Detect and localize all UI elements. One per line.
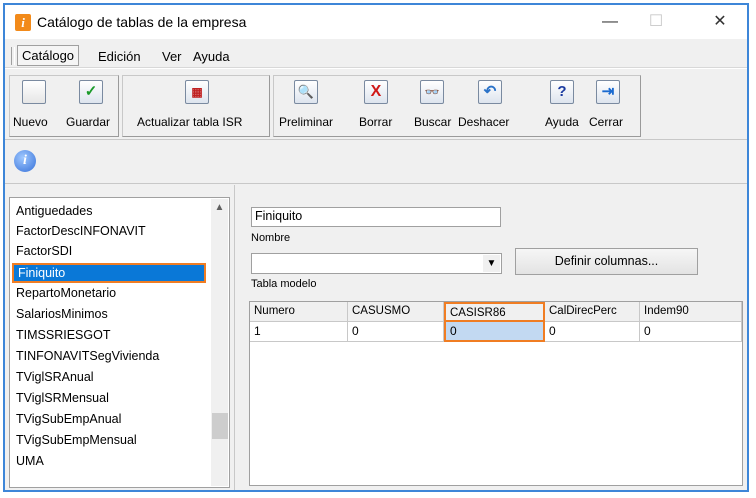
title-bar: i Catálogo de tablas de la empresa — ☐ ✕: [5, 5, 747, 39]
grid-cell-selected[interactable]: 0: [444, 322, 545, 342]
list-item[interactable]: TVigSubEmpMensual: [16, 433, 137, 447]
exit-door-icon: ⇥: [596, 80, 620, 104]
scroll-up-icon[interactable]: ▲: [211, 199, 228, 216]
grid-cell[interactable]: 0: [640, 322, 742, 342]
toolbar: Nuevo ✓ Guardar ▦ Actualizar tabla ISR 🔍…: [5, 68, 747, 140]
buscar-label: Buscar: [414, 115, 452, 129]
list-item[interactable]: TIMSSRIESGOT: [16, 328, 110, 342]
new-document-icon: [22, 80, 46, 104]
list-item[interactable]: SalariosMinimos: [16, 307, 108, 321]
list-item[interactable]: TViglSRAnual: [16, 370, 94, 384]
minimize-button[interactable]: —: [587, 5, 633, 39]
tabla-modelo-label: Tabla modelo: [251, 278, 317, 290]
buscar-button[interactable]: 👓 Buscar: [410, 76, 454, 136]
scrollbar-thumb[interactable]: [212, 413, 228, 439]
delete-x-icon: X: [364, 80, 388, 104]
window-title: Catálogo de tablas de la empresa: [37, 14, 247, 30]
cerrar-button[interactable]: ⇥ Cerrar: [586, 76, 630, 136]
app-window: i Catálogo de tablas de la empresa — ☐ ✕…: [3, 3, 749, 492]
grid-cell[interactable]: 1: [250, 322, 348, 342]
preview-icon: 🔍: [294, 80, 318, 104]
ayuda-button[interactable]: ? Ayuda: [540, 76, 584, 136]
menu-ver[interactable]: Ver: [162, 49, 182, 64]
nombre-label: Nombre: [251, 232, 291, 244]
guardar-button[interactable]: ✓ Guardar: [64, 76, 120, 136]
detail-panel: Finiquito Nombre ▼ Tabla modelo Definir …: [239, 185, 743, 490]
list-scrollbar[interactable]: ▲: [211, 199, 228, 486]
actualizar-tabla-isr-button[interactable]: ▦ Actualizar tabla ISR: [123, 76, 269, 136]
nuevo-button[interactable]: Nuevo: [10, 76, 62, 136]
app-logo-icon: i: [15, 14, 31, 31]
help-question-icon: ?: [550, 80, 574, 104]
column-header[interactable]: Numero: [250, 302, 348, 322]
table-list: Antiguedades FactorDescINFONAVIT FactorS…: [9, 197, 230, 488]
deshacer-button[interactable]: ↶ Deshacer: [456, 76, 520, 136]
list-item[interactable]: UMA: [16, 454, 44, 468]
menu-edicion[interactable]: Edición: [98, 49, 141, 64]
info-bar: i: [5, 139, 747, 184]
borrar-button[interactable]: X Borrar: [352, 76, 402, 136]
dropdown-arrow-icon[interactable]: ▼: [483, 255, 500, 272]
list-item[interactable]: TVigSubEmpAnual: [16, 412, 121, 426]
toolbar-group-file: Nuevo ✓ Guardar: [9, 75, 119, 137]
column-header[interactable]: CASUSMO: [348, 302, 444, 322]
guardar-label: Guardar: [66, 115, 111, 129]
column-header-highlighted[interactable]: CASISR86: [444, 302, 545, 322]
menu-ayuda[interactable]: Ayuda: [193, 49, 230, 64]
definir-columnas-button[interactable]: Definir columnas...: [515, 248, 698, 275]
preliminar-label: Preliminar: [279, 115, 334, 129]
menu-grip: [11, 47, 15, 65]
borrar-label: Borrar: [359, 115, 393, 129]
info-icon[interactable]: i: [14, 150, 36, 172]
list-item[interactable]: FactorDescINFONAVIT: [16, 224, 146, 238]
data-grid: Numero CASUSMO CASISR86 CalDirecPerc Ind…: [249, 301, 743, 486]
menu-bar: Catálogo Edición Ver Ayuda: [5, 39, 747, 68]
nuevo-label: Nuevo: [13, 115, 48, 129]
tabla-modelo-select[interactable]: ▼: [251, 253, 502, 274]
checkmark-icon: ✓: [79, 80, 103, 104]
update-table-icon: ▦: [185, 80, 209, 104]
cerrar-label: Cerrar: [589, 115, 624, 129]
menu-catalogo[interactable]: Catálogo: [17, 45, 80, 66]
close-button[interactable]: ✕: [697, 5, 743, 39]
binoculars-icon: 👓: [420, 80, 444, 104]
preliminar-button[interactable]: 🔍 Preliminar: [274, 76, 336, 136]
list-item[interactable]: Antiguedades: [16, 204, 92, 218]
toolbar-group-isr: ▦ Actualizar tabla ISR: [122, 75, 270, 137]
column-header[interactable]: CalDirecPerc: [545, 302, 640, 322]
list-item-selected[interactable]: Finiquito: [12, 263, 206, 283]
actualizar-label: Actualizar tabla ISR: [137, 115, 243, 129]
maximize-button: ☐: [648, 13, 664, 30]
column-header[interactable]: Indem90: [640, 302, 742, 322]
ayuda-label: Ayuda: [545, 115, 579, 129]
list-item[interactable]: TViglSRMensual: [16, 391, 109, 405]
nombre-field[interactable]: Finiquito: [251, 207, 501, 227]
grid-cell[interactable]: 0: [348, 322, 444, 342]
list-item[interactable]: FactorSDI: [16, 244, 72, 258]
list-item[interactable]: TINFONAVITSegVivienda: [16, 349, 159, 363]
list-item[interactable]: RepartoMonetario: [16, 286, 116, 300]
grid-cell[interactable]: 0: [545, 322, 640, 342]
deshacer-label: Deshacer: [458, 115, 510, 129]
undo-icon: ↶: [478, 80, 502, 104]
toolbar-group-actions: 🔍 Preliminar X Borrar 👓 Buscar ↶ Deshace…: [273, 75, 641, 137]
